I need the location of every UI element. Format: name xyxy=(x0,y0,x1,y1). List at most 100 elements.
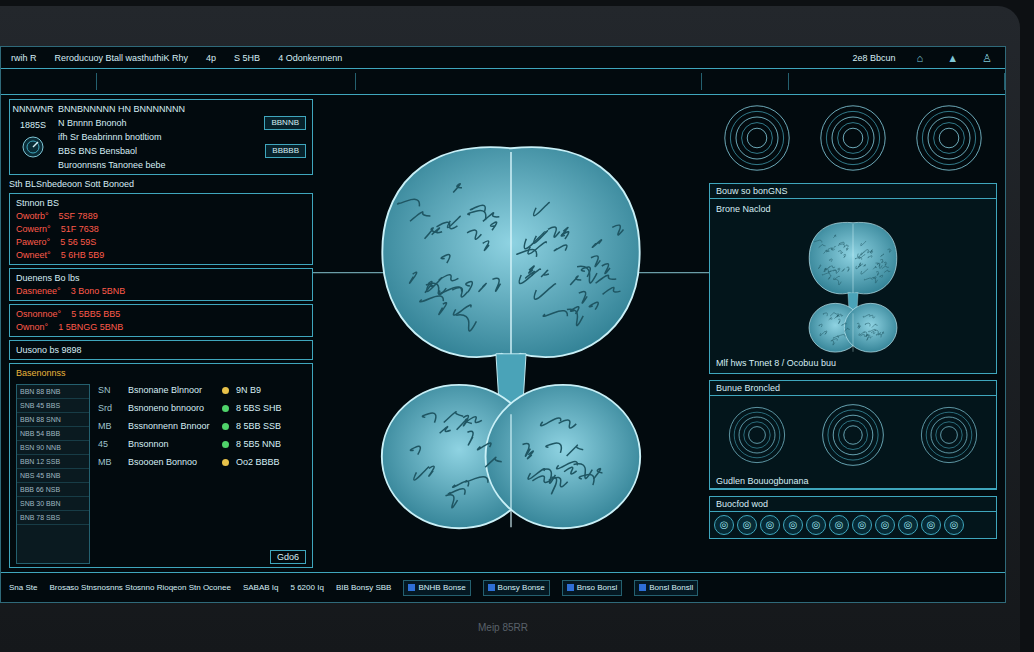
mini-table-row: BBN 88 BNB xyxy=(17,385,89,399)
mini-table-row: BBN 12 SSB xyxy=(17,455,89,469)
scan-rings-icon xyxy=(818,103,888,173)
entry-row: MBBsoooen BonnooOo2 BBBB xyxy=(98,456,306,468)
entry-row: 45Bnsonnon8 5B5 NNB xyxy=(98,438,306,450)
dial-icon xyxy=(21,135,45,159)
top-bar-item: 4 Odonkennenn xyxy=(278,52,834,64)
tool-button[interactable]: ◎ xyxy=(737,515,757,535)
reading-row: Owneet°5 6HB 5B9 xyxy=(16,249,306,261)
tool-button[interactable]: ◎ xyxy=(852,515,872,535)
sub-bar-cell xyxy=(789,73,1005,90)
mini-table-row: BNB 78 SBS xyxy=(17,511,89,525)
subtitle: Sth BLSnbedeoon Sott Bonoed xyxy=(9,178,313,190)
status-text: SABAB Iq xyxy=(243,582,279,594)
mini-table: BBN 88 BNBSNB 45 BBSBBN 88 SNNNBB 54 BBB… xyxy=(16,384,90,564)
status-dot xyxy=(222,459,229,466)
left-panel: NNNWNR 1885S BNNBNNNNN HN BNNNNNNNN Bnnnn … xyxy=(1,95,313,572)
info-block: NNNWNR 1885S BNNBNNNNN HN BNNNNNNNN Bnnnn … xyxy=(9,99,313,175)
top-bar-item: 4p xyxy=(206,52,216,64)
tool-button[interactable]: ◎ xyxy=(944,515,964,535)
top-bar-icon[interactable]: ⌂ xyxy=(914,52,927,64)
top-bar-item: rwih R xyxy=(11,52,37,64)
scan-rings-icon xyxy=(727,405,787,465)
info-line: N Bnnnn BnonohBBNNB xyxy=(58,116,306,130)
tool-button[interactable]: ◎ xyxy=(806,515,826,535)
scan-view xyxy=(313,95,709,572)
stats-block: Osnonnoe°5 5BB5 BB5Ownon°1 5BNGG 5BNB xyxy=(9,304,313,337)
info-button[interactable]: BBNNB xyxy=(264,116,306,130)
tool-button[interactable]: ◎ xyxy=(875,515,895,535)
top-bar-icon[interactable]: ♙ xyxy=(979,52,995,64)
mini-table-row: BBB 66 NSB xyxy=(17,483,89,497)
status-dot xyxy=(222,441,229,448)
mini-table-row: SNB 30 BBN xyxy=(17,497,89,511)
status-bar: Sna SteBrosaso Stnsnosnns Stosnno Rioqeo… xyxy=(1,572,1005,602)
status-square-icon xyxy=(567,584,574,591)
sub-bar-cell xyxy=(97,73,356,90)
reading-row: Pawero°5 56 59S xyxy=(16,236,306,248)
status-square-icon xyxy=(639,584,646,591)
status-button[interactable]: Bonsl Bonsll xyxy=(634,580,698,596)
entry-row: SrdBsnoneno bnnooro8 5BS SHB xyxy=(98,402,306,414)
tool-button[interactable]: ◎ xyxy=(783,515,803,535)
info-code: 1885S xyxy=(20,119,46,131)
status-square-icon xyxy=(488,584,495,591)
top-bar: rwih RReroducuoy Btall wasthuthiK Rhy4pS… xyxy=(1,47,1005,69)
footer-tag: Gdo6 xyxy=(270,550,306,564)
stat-row: Osnonnoe°5 5BB5 BB5 xyxy=(16,308,306,320)
info-line: BBS BNS BensbaolBBBBB xyxy=(58,144,306,158)
page: rwih R Reroducuoy Btall wasthuthiK Rhy 4p S… xyxy=(0,0,1034,652)
monitor: rwih R Reroducuoy Btall wasthuthiK Rhy 4p S… xyxy=(0,6,1020,652)
status-text: Sna Ste xyxy=(9,582,37,594)
status-dot xyxy=(222,405,229,412)
status-text: BIB Bonsy SBB xyxy=(336,582,392,594)
ring-row xyxy=(710,396,996,474)
stat-row: Ownon°1 5BNGG 5BNB xyxy=(16,321,306,333)
entry-row: SNBsnonane Blnnoor9N B9 xyxy=(98,384,306,396)
info-line: ifh Sr Beabrinnn bnotltiom xyxy=(58,131,306,143)
sub-bar-cell xyxy=(356,73,701,90)
status-button[interactable]: BNHB Bonse xyxy=(403,580,470,596)
status-button[interactable]: Bonsy Bonse xyxy=(483,580,550,596)
mini-table-row: BSN 90 NNB xyxy=(17,441,89,455)
stats-block: Uusono bs 9898 xyxy=(9,340,313,360)
info-button[interactable]: BBBBB xyxy=(265,144,306,158)
main-area: NNNWNR 1885S BNNBNNNNN HN BNNNNNNNN Bnnnn … xyxy=(1,95,1005,572)
scan-rings-icon xyxy=(820,402,886,468)
detail-card: Bunue BroncledGudlen Bouuogbunana xyxy=(709,380,997,490)
bottom-block: BasenonnssBBN 88 BNBSNB 45 BBSBBN 88 SNN… xyxy=(9,363,313,568)
info-line: Buroonnsns Tanonee bebe xyxy=(58,159,306,171)
status-button[interactable]: Bnso Bonsl xyxy=(562,580,622,596)
status-square-icon xyxy=(408,584,415,591)
sub-bar-cell xyxy=(1,73,97,90)
top-bar-item: Reroducuoy Btall wasthuthiK Rhy xyxy=(55,52,189,64)
sub-bar-cell xyxy=(702,73,789,90)
scan-rings-icon xyxy=(919,405,979,465)
screen: rwih R Reroducuoy Btall wasthuthiK Rhy 4p S… xyxy=(0,46,1006,603)
tool-button[interactable]: ◎ xyxy=(921,515,941,535)
tool-button[interactable]: ◎ xyxy=(760,515,780,535)
readings-block: Stnnon BSOwotrb°5SF 7889Cowern°51F 7638P… xyxy=(9,193,313,265)
right-panel: Bouw so bonGNSBrone NaclodMlf hws Tnnet … xyxy=(709,95,1005,572)
ring-row xyxy=(709,99,997,177)
tool-button[interactable]: ◎ xyxy=(829,515,849,535)
top-bar-icon[interactable]: ▲ xyxy=(944,52,961,64)
scan-card: Bouw so bonGNSBrone NaclodMlf hws Tnnet … xyxy=(709,183,997,374)
tool-button[interactable]: ◎ xyxy=(898,515,918,535)
reading-row: Cowern°51F 7638 xyxy=(16,223,306,235)
tool-button[interactable]: ◎ xyxy=(714,515,734,535)
sub-bar xyxy=(1,69,1005,95)
reading-row: Owotrb°5SF 7889 xyxy=(16,210,306,222)
top-bar-item: 2e8 Bbcun xyxy=(853,52,896,64)
entry-row: MBBssnonnenn Bnnoor8 5BB SSB xyxy=(98,420,306,432)
mini-table-row: SNB 45 BBS xyxy=(17,399,89,413)
scan-rings-icon xyxy=(722,103,792,173)
status-dot xyxy=(222,387,229,394)
mini-table-row: NBS 45 BNB xyxy=(17,469,89,483)
status-text: 5 6200 Iq xyxy=(291,582,324,594)
info-label: NNNWNR xyxy=(13,103,54,115)
bezel-label: Meip 85RR xyxy=(0,603,1006,652)
scan-rings-icon xyxy=(914,103,984,173)
stat-row: Dasnenee°3 Bono 5BNB xyxy=(16,285,306,297)
mini-table-row: NBB 54 BBB xyxy=(17,427,89,441)
info-line: BNNBNNNNN HN BNNNNNNN xyxy=(58,103,306,115)
